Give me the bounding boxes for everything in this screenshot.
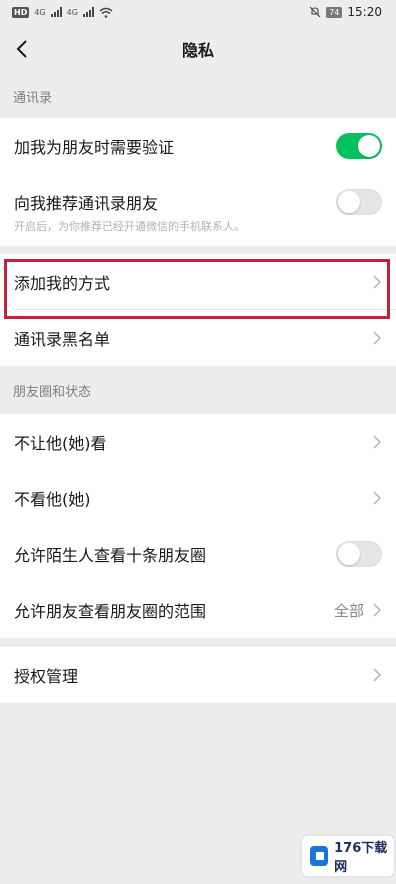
stranger-view-label: 允许陌生人查看十条朋友圈 — [14, 546, 207, 565]
watermark-logo-icon — [310, 846, 329, 866]
group-gap — [0, 246, 396, 254]
back-arrow-icon — [16, 40, 27, 58]
navigation-bar: 隐私 — [0, 24, 396, 74]
dont-see-label: 不看他(她) — [14, 490, 91, 509]
toggle-knob — [338, 191, 360, 213]
add-methods-row[interactable]: 添加我的方式 — [0, 254, 396, 310]
dont-see-row[interactable]: 不看他(她) — [0, 470, 396, 526]
contacts-group: 加我为朋友时需要验证 向我推荐通讯录朋友 开启后，为你推荐已经开通微信的手机联系… — [0, 118, 396, 246]
moments-range-right: 全部 — [334, 600, 382, 621]
chevron-right-icon — [372, 330, 382, 346]
section-header-moments: 朋友圈和状态 — [13, 384, 92, 400]
blacklist-row[interactable]: 通讯录黑名单 — [0, 310, 396, 366]
recommend-contacts-row[interactable]: 向我推荐通讯录朋友 — [0, 174, 396, 230]
hide-moments-from-label: 不让他(她)看 — [14, 434, 107, 453]
hide-moments-from-row[interactable]: 不让他(她)看 — [0, 414, 396, 470]
chevron-right-icon — [372, 490, 382, 506]
stranger-view-row[interactable]: 允许陌生人查看十条朋友圈 — [0, 526, 396, 582]
site-watermark: 176下载网 — [302, 836, 394, 876]
moments-range-value: 全部 — [333, 601, 364, 620]
chevron-right-icon — [372, 434, 382, 450]
section-header-contacts: 通讯录 — [13, 90, 53, 106]
stranger-view-toggle[interactable] — [336, 541, 382, 567]
toggle-knob — [338, 543, 360, 565]
blacklist-label: 通讯录黑名单 — [14, 330, 111, 349]
moments-range-label: 允许朋友查看朋友圈的范围 — [14, 602, 207, 621]
signal-icon-2 — [82, 7, 94, 17]
group-gap — [0, 638, 396, 647]
verify-friend-label: 加我为朋友时需要验证 — [14, 138, 175, 157]
status-bar: HD 4G 4G 74 15:20 — [0, 0, 396, 24]
chevron-right-icon — [372, 274, 382, 290]
mute-bell-icon — [309, 6, 321, 18]
add-methods-group: 添加我的方式 通讯录黑名单 — [0, 254, 396, 366]
status-left: HD 4G 4G — [12, 6, 113, 18]
moments-range-row[interactable]: 允许朋友查看朋友圈的范围 全部 — [0, 582, 396, 638]
chevron-right-icon — [372, 602, 382, 618]
verify-friend-row[interactable]: 加我为朋友时需要验证 — [0, 118, 396, 174]
watermark-text: 176下载网 — [334, 841, 388, 875]
recommend-contacts-label: 向我推荐通讯录朋友 — [14, 194, 159, 213]
moments-group: 不让他(她)看 不看他(她) 允许陌生人查看十条朋友圈 允许朋友查看朋友圈的范围… — [0, 414, 396, 638]
chevron-right-icon — [372, 667, 382, 683]
authorization-label: 授权管理 — [14, 667, 79, 686]
authorization-group: 授权管理 — [0, 647, 396, 703]
network-type-1: 4G — [34, 7, 46, 17]
authorization-row[interactable]: 授权管理 — [0, 647, 396, 703]
back-button[interactable] — [10, 37, 34, 61]
clock: 15:20 — [347, 5, 382, 19]
verify-friend-toggle[interactable] — [336, 133, 382, 159]
page-title: 隐私 — [181, 41, 214, 60]
add-methods-label: 添加我的方式 — [14, 274, 111, 293]
wifi-icon — [99, 7, 113, 18]
status-right: 74 15:20 — [309, 5, 382, 19]
signal-icon — [50, 7, 62, 17]
hd-badge: HD — [12, 6, 30, 18]
recommend-contacts-toggle[interactable] — [336, 189, 382, 215]
toggle-knob — [358, 135, 380, 157]
network-type-2: 4G — [66, 7, 78, 17]
battery-icon: 74 — [326, 6, 343, 18]
